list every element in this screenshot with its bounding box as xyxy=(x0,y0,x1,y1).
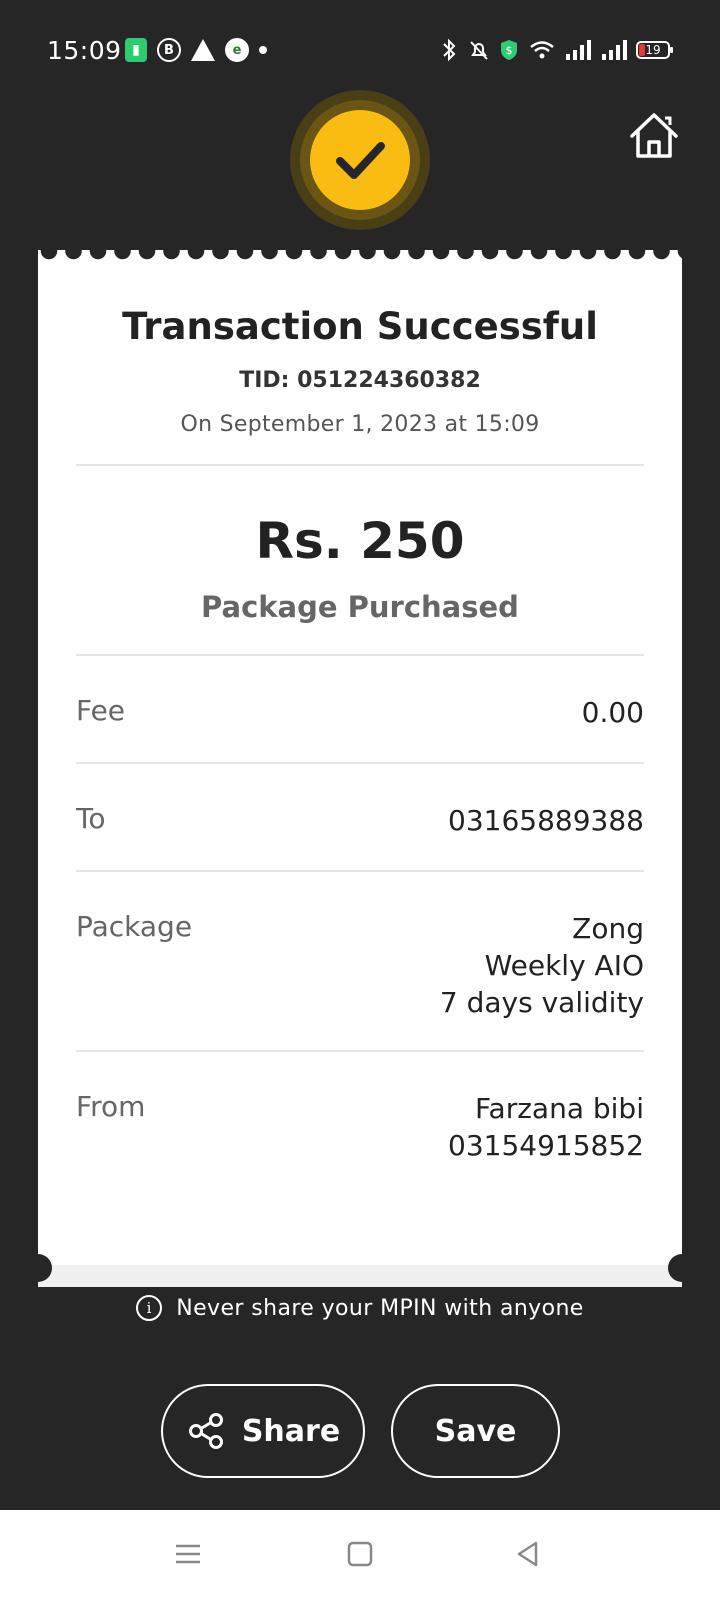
wifi-icon xyxy=(530,41,554,59)
home-icon xyxy=(630,113,678,158)
status-left-icons: ▮ B e xyxy=(125,38,267,62)
home-nav-button[interactable] xyxy=(346,1540,374,1572)
success-badge-ring xyxy=(300,100,420,220)
from-value: Farzana bibi 03154915852 xyxy=(448,1090,644,1164)
package-value-line: 7 days validity xyxy=(439,986,644,1019)
battery-icon: 19 xyxy=(636,41,673,59)
divider xyxy=(76,654,644,656)
security-notice: i Never share your MPIN with anyone xyxy=(0,1295,720,1321)
success-badge xyxy=(290,90,430,230)
package-value: Zong Weekly AIO 7 days validity xyxy=(440,910,644,1021)
save-label: Save xyxy=(434,1413,517,1449)
system-navigation-bar xyxy=(0,1510,720,1600)
info-icon: i xyxy=(136,1295,163,1321)
recent-apps-button[interactable] xyxy=(174,1540,202,1572)
divider xyxy=(76,870,644,872)
divider xyxy=(76,762,644,764)
shield-icon: $ xyxy=(501,40,517,60)
app-icon: e xyxy=(225,38,249,62)
receipt-notch xyxy=(668,1254,696,1282)
from-label: From xyxy=(76,1090,146,1123)
transaction-title: Transaction Successful xyxy=(122,305,598,348)
save-button[interactable]: Save xyxy=(391,1384,560,1478)
transaction-type: Package Purchased xyxy=(201,590,519,624)
transaction-id: TID: 051224360382 xyxy=(239,368,481,393)
battery-saver-icon: ▮ xyxy=(125,38,147,62)
share-icon xyxy=(188,1413,223,1449)
receipt-notch xyxy=(24,1254,52,1282)
menu-icon xyxy=(176,1544,200,1564)
from-value-line: Farzana bibi xyxy=(475,1092,644,1125)
dot-icon xyxy=(259,46,267,54)
from-value-line: 03154915852 xyxy=(448,1129,644,1162)
share-label: Share xyxy=(241,1413,341,1449)
home-button[interactable] xyxy=(626,108,682,164)
fee-value: 0.00 xyxy=(582,694,644,731)
share-button[interactable]: Share xyxy=(161,1384,365,1478)
transaction-amount: Rs. 250 xyxy=(255,512,465,570)
checkmark-icon xyxy=(336,142,385,179)
to-value: 03165889388 xyxy=(448,802,644,839)
status-right-icons: $ 19 xyxy=(438,38,673,62)
bluetooth-icon xyxy=(443,38,456,62)
status-bar: 15:09 ▮ B e $ 19 xyxy=(0,0,720,100)
back-triangle-icon xyxy=(517,1541,538,1567)
receipt-card: Transaction Successful TID: 051224360382… xyxy=(24,250,696,1287)
to-value-line: 03165889388 xyxy=(448,804,644,837)
signal-icon xyxy=(566,40,591,60)
package-value-line: Zong xyxy=(572,912,644,945)
transaction-date: On September 1, 2023 at 15:09 xyxy=(180,412,540,437)
security-notice-text: Never share your MPIN with anyone xyxy=(176,1295,584,1321)
package-label: Package xyxy=(76,910,193,943)
fee-value-line: 0.00 xyxy=(581,696,644,729)
divider xyxy=(76,1050,644,1052)
square-icon xyxy=(347,1541,373,1567)
receipt-scalloped-edge xyxy=(38,240,682,262)
receipt-footer-strip xyxy=(38,1265,682,1287)
svg-text:$: $ xyxy=(506,44,513,57)
mute-icon xyxy=(470,41,488,60)
success-badge-core xyxy=(310,110,410,210)
status-time: 15:09 xyxy=(47,36,122,65)
package-value-line: Weekly AIO xyxy=(484,949,644,982)
fee-label: Fee xyxy=(76,694,126,727)
warning-icon xyxy=(191,39,215,61)
battery-level: 19 xyxy=(645,43,661,57)
to-label: To xyxy=(76,802,106,835)
b-circle-icon: B xyxy=(157,38,181,62)
back-button[interactable] xyxy=(514,1540,542,1572)
divider xyxy=(76,464,644,466)
signal-icon xyxy=(602,40,627,60)
